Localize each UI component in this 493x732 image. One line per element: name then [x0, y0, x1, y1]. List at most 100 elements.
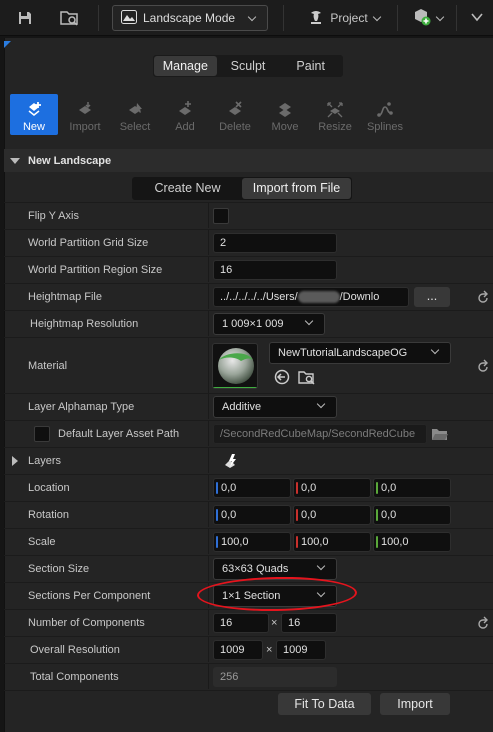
alphamap-dropdown[interactable]: Additive: [213, 396, 337, 418]
import-button[interactable]: Import: [380, 693, 450, 715]
overall-resolution-x-input[interactable]: 1009: [213, 640, 263, 660]
splines-icon: [377, 102, 393, 117]
tab-paint[interactable]: Paint: [279, 56, 342, 76]
rotation-z-input[interactable]: 0,0: [373, 505, 451, 525]
reset-to-default-icon[interactable]: [476, 359, 490, 373]
redacted-username: [297, 291, 340, 304]
overall-resolution-label: Overall Resolution: [30, 644, 120, 656]
save-icon[interactable]: [12, 4, 38, 32]
scale-z-input[interactable]: 100,0: [373, 532, 451, 552]
project-menu[interactable]: Project: [302, 4, 386, 32]
material-label: Material: [28, 360, 68, 372]
panel-corner-marker: [4, 41, 11, 48]
chevron-down-icon: [316, 561, 326, 571]
row-total-components: Total Components 256: [4, 663, 493, 689]
row-rotation: Rotation 0,0 0,0 0,0: [4, 501, 493, 527]
material-thumbnail[interactable]: [212, 343, 258, 389]
heightmap-res-dropdown[interactable]: 1 009×1 009: [213, 313, 325, 335]
folder-icon[interactable]: [431, 426, 449, 442]
total-components-value: 256: [213, 667, 337, 687]
tool-delete[interactable]: Delete: [210, 94, 260, 135]
import-icon: [79, 102, 91, 114]
import-from-file-button[interactable]: Import from File: [242, 178, 351, 199]
row-default-layer: Default Layer Asset Path /SecondRedCubeM…: [4, 420, 493, 446]
content-browser-icon[interactable]: [56, 4, 84, 32]
add-actor-menu[interactable]: [408, 4, 448, 32]
add-icon: [179, 101, 191, 115]
chevron-down-icon: [316, 588, 326, 598]
collapse-arrow-icon: [10, 157, 20, 164]
project-icon: [308, 9, 324, 28]
create-new-button[interactable]: Create New: [133, 178, 242, 199]
tool-move[interactable]: Move: [260, 94, 310, 135]
wp-grid-label: World Partition Grid Size: [28, 237, 149, 249]
alphamap-value: Additive: [222, 401, 262, 413]
expand-arrow-icon[interactable]: [12, 456, 18, 466]
rotation-x-input[interactable]: 0,0: [213, 505, 291, 525]
new-landscape-header[interactable]: New Landscape: [4, 149, 493, 172]
browse-to-asset-icon[interactable]: [298, 369, 316, 385]
layers-fill-icon[interactable]: [222, 453, 240, 469]
sections-per-component-dropdown[interactable]: 1×1 Section: [213, 585, 337, 607]
tool-import[interactable]: Import: [60, 94, 110, 135]
chevron-down-icon: [304, 316, 314, 326]
tool-resize-label: Resize: [318, 121, 352, 133]
default-layer-path-input[interactable]: /SecondRedCubeMap/SecondRedCube: [213, 424, 427, 444]
heightmap-res-label: Heightmap Resolution: [30, 318, 139, 330]
section-size-label: Section Size: [28, 563, 90, 575]
tab-manage[interactable]: Manage: [154, 56, 217, 76]
heightmap-path-start: ../../../../../Users/: [220, 291, 298, 303]
tool-add[interactable]: Add: [160, 94, 210, 135]
tool-row: New Import Select Add Delete Move Resize…: [10, 94, 410, 136]
row-wp-grid: World Partition Grid Size 2: [4, 229, 493, 255]
tool-resize[interactable]: Resize: [310, 94, 360, 135]
section-size-dropdown[interactable]: 63×63 Quads: [213, 558, 337, 580]
heightmap-file-input[interactable]: ../../../../../Users/ /Downlo: [213, 287, 409, 307]
wp-grid-input[interactable]: 2: [213, 233, 337, 253]
location-y-input[interactable]: 0,0: [293, 478, 371, 498]
rotation-label: Rotation: [28, 509, 69, 521]
row-alphamap: Layer Alphamap Type Additive: [4, 393, 493, 419]
location-x-input[interactable]: 0,0: [213, 478, 291, 498]
tool-delete-label: Delete: [219, 121, 251, 133]
alphamap-label: Layer Alphamap Type: [28, 401, 135, 413]
num-components-y-input[interactable]: 16: [281, 613, 337, 633]
browse-heightmap-button[interactable]: ...: [414, 287, 450, 307]
tool-new[interactable]: New: [10, 94, 58, 135]
chevron-down-icon: [316, 399, 326, 409]
overall-resolution-y-input[interactable]: 1009: [276, 640, 326, 660]
reset-to-default-icon[interactable]: [476, 616, 490, 630]
material-dropdown[interactable]: NewTutorialLandscapeOG: [269, 342, 451, 364]
location-label: Location: [28, 482, 70, 494]
overall-resolution-separator: ×: [266, 644, 273, 656]
platforms-icon[interactable]: [466, 4, 488, 32]
tool-splines[interactable]: Splines: [360, 94, 410, 135]
location-z-input[interactable]: 0,0: [373, 478, 451, 498]
sections-per-component-label: Sections Per Component: [28, 590, 151, 602]
chevron-down-icon: [372, 12, 381, 21]
row-heightmap-file: Heightmap File ../../../../../Users/ /Dow…: [4, 283, 493, 309]
tool-move-label: Move: [271, 121, 299, 133]
fit-to-data-button[interactable]: Fit To Data: [278, 693, 371, 715]
wp-region-input[interactable]: 16: [213, 260, 337, 280]
scale-x-input[interactable]: 100,0: [213, 532, 291, 552]
chevron-down-icon: [435, 12, 445, 21]
mode-label: Landscape Mode: [143, 11, 236, 25]
tab-sculpt[interactable]: Sculpt: [217, 56, 280, 76]
row-scale: Scale 100,0 100,0 100,0: [4, 528, 493, 554]
flip-y-checkbox[interactable]: [213, 208, 229, 224]
row-actions: Fit To Data Import: [4, 690, 493, 732]
num-components-x-input[interactable]: 16: [213, 613, 269, 633]
select-icon: [129, 103, 142, 114]
rotation-y-input[interactable]: 0,0: [293, 505, 371, 525]
tool-select[interactable]: Select: [110, 94, 160, 135]
tool-splines-label: Splines: [366, 121, 404, 133]
default-layer-checkbox[interactable]: [34, 426, 50, 442]
tool-add-label: Add: [175, 121, 195, 133]
use-selected-asset-icon[interactable]: [274, 369, 290, 385]
scale-label: Scale: [28, 536, 56, 548]
landscape-mode-dropdown[interactable]: Landscape Mode: [112, 5, 268, 31]
row-material: Material NewTutorialLandscapeOG: [4, 337, 493, 393]
scale-y-input[interactable]: 100,0: [293, 532, 371, 552]
reset-to-default-icon[interactable]: [476, 290, 490, 304]
